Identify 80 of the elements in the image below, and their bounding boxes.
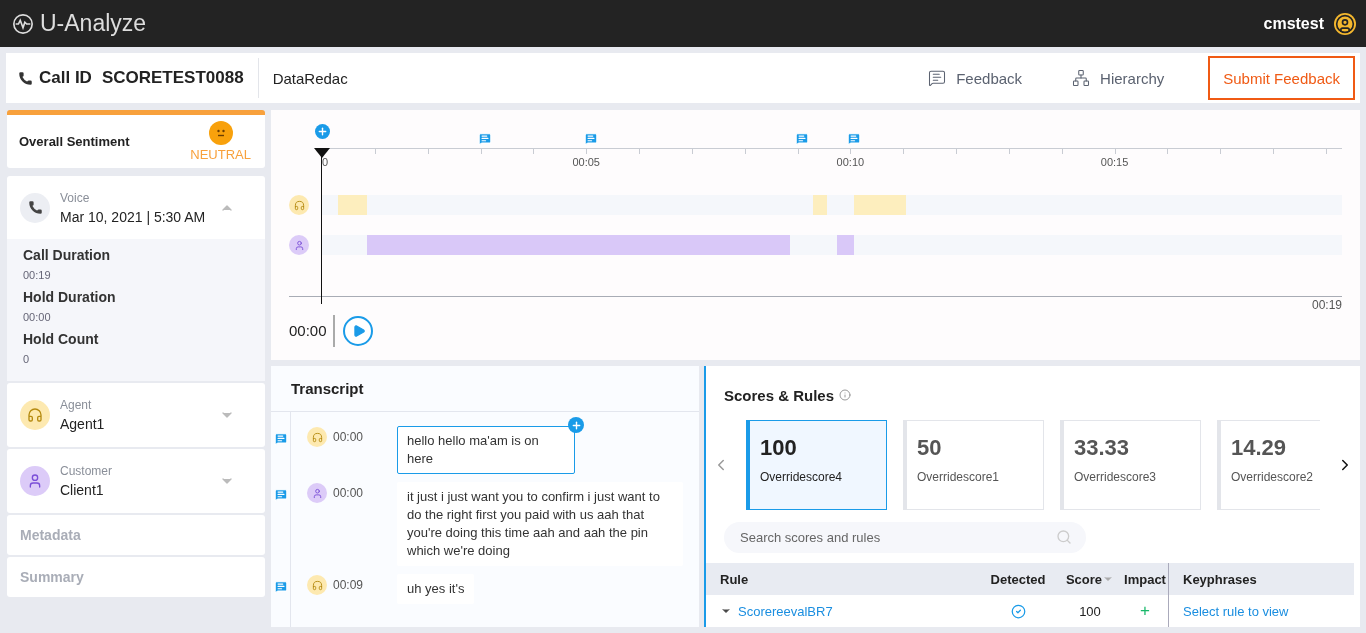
submit-feedback-button[interactable]: Submit Feedback <box>1208 56 1355 100</box>
play-icon <box>351 324 366 338</box>
comment-icon <box>928 69 947 87</box>
entry-time: 00:00 <box>333 486 365 500</box>
table-cell-text: 100 <box>1078 602 1102 621</box>
column-header: Keyphrases <box>1168 563 1354 595</box>
neutral-face-icon <box>208 121 233 145</box>
party-name: Agent1 <box>60 416 106 432</box>
party-name: Client1 <box>60 482 105 498</box>
tick-label: 00:15 <box>1100 156 1129 168</box>
total-time: 00:19 <box>1311 298 1342 312</box>
add-comment-icon[interactable] <box>568 417 584 433</box>
call-date: Mar 10, 2021 | 5:30 AM <box>60 208 207 225</box>
info-icon[interactable] <box>839 389 852 402</box>
transcript-text[interactable]: hello hello ma'am is on here <box>397 426 575 474</box>
phone-icon <box>18 70 33 86</box>
entry-time: 00:00 <box>333 430 365 444</box>
column-header: Rule <box>706 563 978 595</box>
score-card[interactable]: 50 Overridescore1 <box>903 419 1044 510</box>
column-header: Detected <box>978 563 1058 595</box>
app-name: U-Analyze <box>40 10 147 37</box>
voice-label: Voice <box>60 190 91 205</box>
party-role: Agent <box>60 398 93 412</box>
data-source: DataRedac <box>272 69 349 87</box>
column-header: Impact <box>1122 563 1168 595</box>
hierarchy-button[interactable]: Hierarchy <box>1066 68 1171 88</box>
feedback-button[interactable]: Feedback <box>922 68 1029 88</box>
comment-icon[interactable] <box>274 580 288 594</box>
search-bar[interactable]: Search scores and rules <box>724 521 1086 553</box>
current-time: 00:00 <box>289 315 335 347</box>
transcript-text[interactable]: it just i just want you to confirm i just want to do the right first you paid with us aah that you're doing this time aah and aah the pin which we're doing <box>397 482 683 566</box>
call-id: SCORETEST0088 <box>101 68 244 88</box>
headset-icon <box>307 575 327 595</box>
sentiment-value: NEUTRAL <box>190 147 251 162</box>
transcript-text[interactable]: uh yes it's <box>397 574 475 604</box>
comment-marker-icon[interactable] <box>478 132 493 146</box>
search-input[interactable]: Search scores and rules <box>738 528 1038 546</box>
stat-value: 0 <box>23 353 31 365</box>
comment-marker-icon[interactable] <box>584 132 599 146</box>
logo-icon <box>12 12 34 35</box>
call-id-label: Call ID <box>39 68 92 88</box>
column-header[interactable]: Score <box>1058 563 1122 595</box>
table-cell-text: + <box>1139 600 1151 622</box>
keyphrases-link[interactable]: Select rule to view <box>1183 603 1289 619</box>
play-button[interactable] <box>342 316 373 346</box>
tick-label: 00:05 <box>572 156 600 168</box>
person-icon <box>289 235 309 255</box>
tick-label: 00:10 <box>836 156 865 168</box>
headset-icon <box>20 400 50 430</box>
party-card[interactable]: Customer Client1 <box>7 449 265 513</box>
user-avatar-icon[interactable] <box>1334 12 1356 35</box>
user-name: cmstest <box>1263 14 1324 33</box>
score-card[interactable]: 33.33 Overridescore3 <box>1060 419 1201 510</box>
stat-value: 00:00 <box>23 311 52 323</box>
playhead-handle[interactable] <box>314 148 330 158</box>
headset-icon <box>289 195 309 215</box>
entry-time: 00:09 <box>333 578 365 592</box>
score-card[interactable]: 14.29 Overridescore2 <box>1217 419 1320 510</box>
comment-icon[interactable] <box>274 488 288 502</box>
scores-title: Scores & Rules <box>724 386 835 404</box>
score-card[interactable]: 100 Overridescore4 <box>746 419 887 510</box>
stat-label: Call Duration <box>23 247 112 263</box>
tick-label: 0 <box>322 156 329 168</box>
sentiment-label: Overall Sentiment <box>19 134 130 149</box>
party-card[interactable]: Agent Agent1 <box>7 383 265 447</box>
person-icon <box>307 483 327 503</box>
comment-marker-icon[interactable] <box>847 132 862 146</box>
add-comment-icon[interactable] <box>315 124 330 139</box>
comment-icon[interactable] <box>274 432 288 446</box>
rule-link[interactable]: ScorereevalBR7 <box>738 603 833 619</box>
phone-icon <box>20 192 50 223</box>
stat-value: 00:19 <box>23 269 52 281</box>
headset-icon <box>307 427 327 447</box>
person-icon <box>20 466 50 496</box>
transcript-title: Transcript <box>291 380 364 397</box>
comment-marker-icon[interactable] <box>795 132 810 146</box>
stat-label: Hold Count <box>23 331 100 347</box>
party-role: Customer <box>60 464 113 478</box>
hierarchy-icon <box>1072 69 1091 87</box>
stat-label: Hold Duration <box>23 289 117 305</box>
